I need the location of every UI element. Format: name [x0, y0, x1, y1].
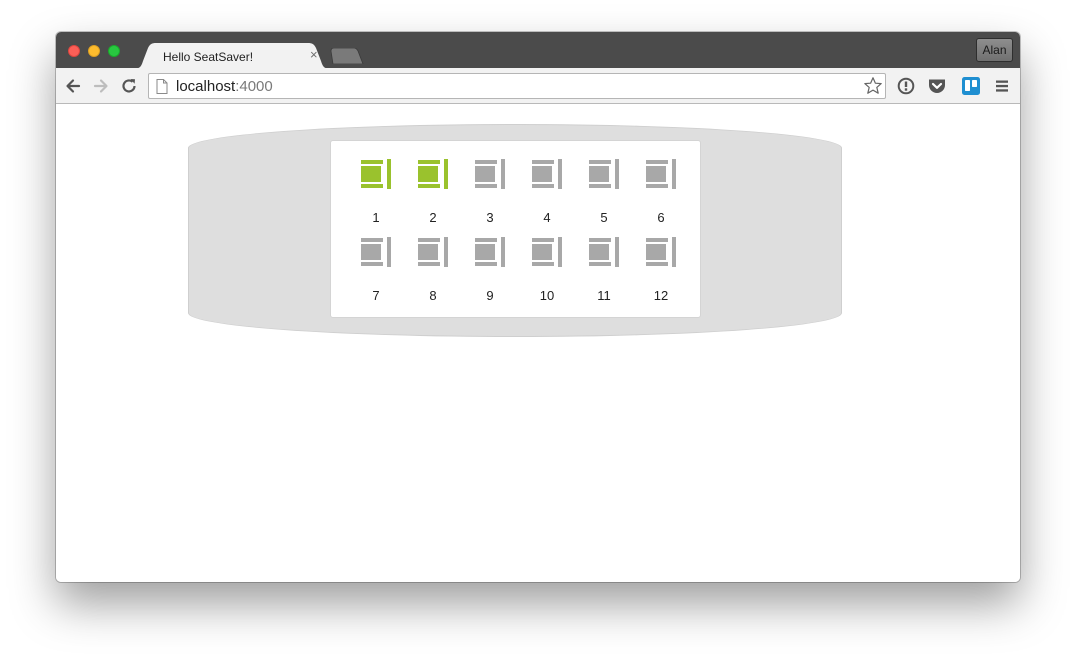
seat-icon [589, 159, 619, 189]
tab-active[interactable]: Hello SeatSaver! × [132, 43, 332, 69]
seat-icon [532, 237, 562, 267]
trello-icon[interactable] [961, 76, 981, 96]
pocket-icon[interactable] [927, 76, 947, 96]
seat-icon [646, 159, 676, 189]
hamburger-menu-icon[interactable] [992, 76, 1012, 96]
seat-10[interactable]: 10 [523, 219, 571, 303]
seat-icon [361, 237, 391, 267]
seat-icon [646, 237, 676, 267]
seat-6[interactable]: 6 [637, 141, 685, 225]
seat-icon [361, 159, 391, 189]
maximize-window-button[interactable] [108, 45, 120, 57]
minimize-window-button[interactable] [88, 45, 100, 57]
seat-2[interactable]: 2 [409, 141, 457, 225]
address-bar[interactable]: localhost:4000 [148, 73, 886, 99]
back-icon[interactable] [63, 76, 83, 96]
profile-button[interactable]: Alan [976, 38, 1013, 62]
forward-icon[interactable] [91, 76, 111, 96]
tab-close-button[interactable]: × [310, 48, 318, 62]
seat-number: 8 [429, 288, 437, 303]
tab-title: Hello SeatSaver! [163, 50, 254, 64]
url-text: localhost:4000 [176, 78, 273, 95]
seat-5[interactable]: 5 [580, 141, 628, 225]
seat-number: 11 [597, 288, 611, 303]
reload-icon[interactable] [119, 76, 139, 96]
seat-icon [418, 237, 448, 267]
seat-8[interactable]: 8 [409, 219, 457, 303]
seat-number: 10 [539, 288, 555, 303]
tab-strip: Hello SeatSaver! × Alan [56, 32, 1020, 69]
browser-window: Hello SeatSaver! × Alan localhost:4000 1… [56, 32, 1020, 582]
seat-icon [475, 159, 505, 189]
seat-icon [418, 159, 448, 189]
seat-11[interactable]: 11 [580, 219, 628, 303]
seat-icon [589, 237, 619, 267]
close-window-button[interactable] [68, 45, 80, 57]
url-port: :4000 [235, 78, 273, 95]
seat-number: 9 [486, 288, 494, 303]
seat-12[interactable]: 12 [637, 219, 685, 303]
new-tab-icon [330, 47, 364, 65]
seat-1[interactable]: 1 [352, 141, 400, 225]
seat-7[interactable]: 7 [352, 219, 400, 303]
seat-9[interactable]: 9 [466, 219, 514, 303]
seat-3[interactable]: 3 [466, 141, 514, 225]
seat-number: 12 [653, 288, 669, 303]
page-content: 1 2 3 4 5 6 7 8 9 10 11 12 [56, 104, 1020, 582]
page-icon [156, 79, 168, 94]
seat-4[interactable]: 4 [523, 141, 571, 225]
url-host: localhost [176, 78, 236, 95]
seat-number: 7 [372, 288, 380, 303]
star-icon[interactable] [863, 76, 883, 96]
seat-icon [532, 159, 562, 189]
info-circle-icon[interactable] [896, 76, 916, 96]
seat-map: 1 2 3 4 5 6 7 8 9 10 11 12 [330, 140, 701, 318]
new-tab-button[interactable] [330, 47, 366, 65]
seat-icon [475, 237, 505, 267]
toolbar: localhost:4000 [56, 68, 1020, 104]
